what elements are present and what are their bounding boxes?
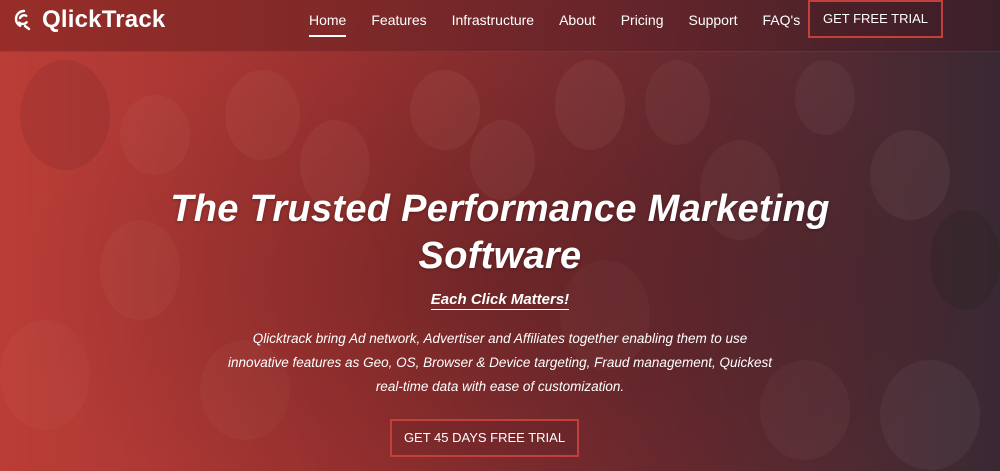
nav-item-support[interactable]: Support xyxy=(688,11,737,31)
nav-item-features[interactable]: Features xyxy=(371,11,426,31)
get-45-days-free-trial-button[interactable]: GET 45 DAYS FREE TRIAL xyxy=(390,419,579,457)
hero-headline: The Trusted Performance Marketing Softwa… xyxy=(0,186,1000,280)
description-line-2: innovative features as Geo, OS, Browser … xyxy=(227,355,772,370)
hero-description: Qlicktrack bring Ad network, Advertiser … xyxy=(0,327,1000,399)
brand-logo[interactable]: QlickTrack xyxy=(12,6,165,34)
qlicktrack-swirl-icon xyxy=(14,9,31,31)
hero-headline-line-2: Software xyxy=(418,235,582,277)
description-line-3: real-time data with ease of customizatio… xyxy=(375,379,625,394)
hero-tagline: Each Click Matters! xyxy=(0,291,1000,310)
hero-section: QlickTrack Home Features Infrastructure … xyxy=(0,0,1000,471)
nav-item-pricing[interactable]: Pricing xyxy=(621,11,664,31)
get-free-trial-button[interactable]: GET FREE TRIAL xyxy=(808,0,943,38)
brand-name: QlickTrack xyxy=(42,6,166,33)
nav-item-infrastructure[interactable]: Infrastructure xyxy=(452,11,534,31)
hero-headline-line-1: The Trusted Performance Marketing xyxy=(170,188,830,230)
top-navigation-bar: QlickTrack Home Features Infrastructure … xyxy=(0,0,1000,52)
description-line-1: Qlicktrack bring Ad network, Advertiser … xyxy=(252,331,748,346)
nav-item-faqs[interactable]: FAQ's xyxy=(763,11,801,31)
nav-item-home[interactable]: Home xyxy=(309,11,347,37)
tagline-text: Each Click Matters! xyxy=(430,291,570,310)
nav-item-about[interactable]: About xyxy=(559,11,596,31)
main-nav: Home Features Infrastructure About Prici… xyxy=(309,11,825,37)
